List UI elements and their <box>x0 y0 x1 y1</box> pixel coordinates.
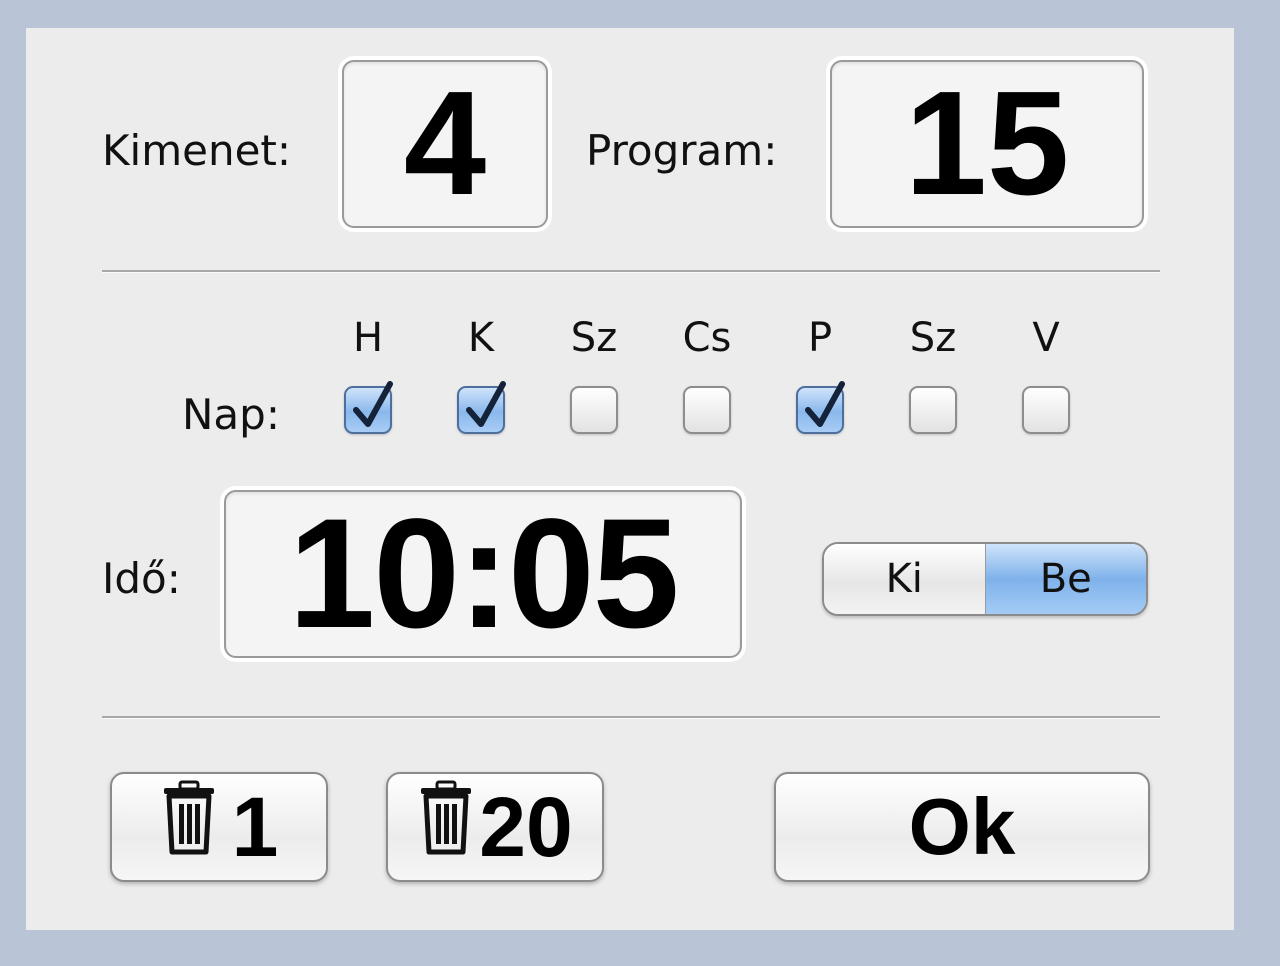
day-letter-2: Sz <box>570 315 618 361</box>
ok-button[interactable]: Ok <box>774 772 1150 882</box>
day-letter-0: H <box>352 315 384 361</box>
time-value: 10:05 <box>288 486 680 661</box>
program-label: Program: <box>586 126 778 175</box>
day-label: Nap: <box>182 390 280 439</box>
day-checkbox-0[interactable] <box>344 381 393 434</box>
output-value: 4 <box>403 61 487 226</box>
delete-one-label: 1 <box>231 779 279 874</box>
day-checkbox-2[interactable] <box>570 386 618 434</box>
on-off-switch[interactable]: Ki Be <box>822 542 1148 616</box>
day-letter-1: K <box>467 315 495 361</box>
time-display[interactable]: 10:05 <box>224 487 742 661</box>
checkmark-icon <box>353 381 393 427</box>
delete-all-button[interactable]: 20 <box>386 772 604 882</box>
day-checkbox-1[interactable] <box>457 381 506 434</box>
switch-on-label: Be <box>1039 556 1092 602</box>
program-display[interactable]: 15 <box>830 60 1144 228</box>
trash-icon <box>160 779 218 876</box>
program-value: 15 <box>904 61 1070 226</box>
separator-top <box>102 270 1160 273</box>
day-checkbox-4[interactable] <box>796 381 845 434</box>
day-checkbox-5[interactable] <box>909 386 957 434</box>
delete-all-label: 20 <box>479 779 573 874</box>
delete-one-button[interactable]: 1 <box>110 772 328 882</box>
schedule-dialog: Kimenet: 4 Program: 15 Nap: H K Sz Cs P Sz V I… <box>26 28 1234 930</box>
switch-on-option[interactable]: Be <box>984 544 1146 614</box>
day-letter-4: P <box>807 315 833 361</box>
checkmark-icon <box>805 381 845 427</box>
checkmark-icon <box>466 381 506 427</box>
day-letter-6: V <box>1032 315 1060 361</box>
separator-bottom <box>102 716 1160 719</box>
time-label: Idő: <box>102 554 181 603</box>
output-display[interactable]: 4 <box>342 60 548 228</box>
switch-off-option[interactable]: Ki <box>824 544 985 614</box>
day-checkbox-6[interactable] <box>1022 386 1070 434</box>
switch-off-label: Ki <box>885 556 923 602</box>
ok-label: Ok <box>908 782 1016 871</box>
trash-icon <box>417 779 475 876</box>
day-letter-3: Cs <box>682 315 732 361</box>
day-checkbox-3[interactable] <box>683 386 731 434</box>
day-letter-5: Sz <box>909 315 957 361</box>
output-label: Kimenet: <box>102 126 292 175</box>
